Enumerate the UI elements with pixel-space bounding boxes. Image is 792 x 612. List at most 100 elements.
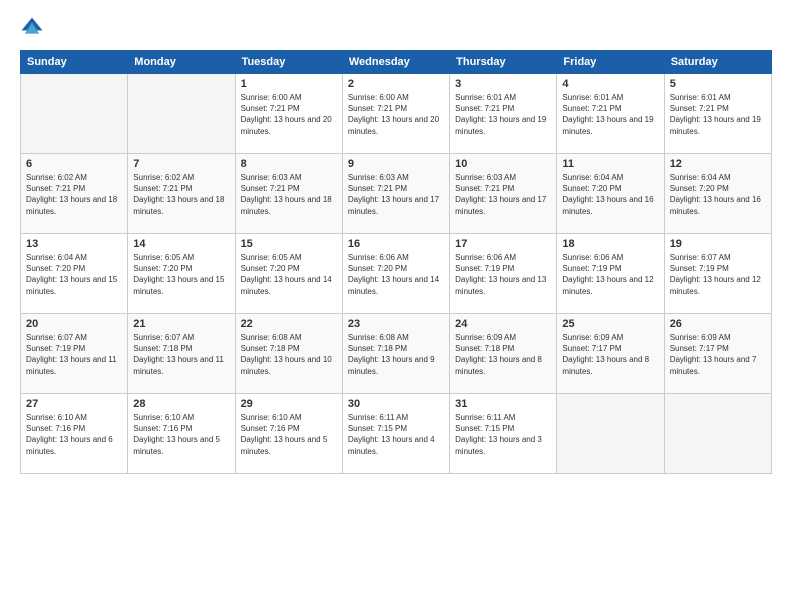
- day-info: Sunrise: 6:02 AM Sunset: 7:21 PM Dayligh…: [26, 172, 122, 217]
- day-info: Sunrise: 6:03 AM Sunset: 7:21 PM Dayligh…: [348, 172, 444, 217]
- calendar-cell: 27 Sunrise: 6:10 AM Sunset: 7:16 PM Dayli…: [21, 394, 128, 474]
- calendar-cell: 25 Sunrise: 6:09 AM Sunset: 7:17 PM Dayli…: [557, 314, 664, 394]
- day-info: Sunrise: 6:10 AM Sunset: 7:16 PM Dayligh…: [133, 412, 229, 457]
- calendar-week-1: 1 Sunrise: 6:00 AM Sunset: 7:21 PM Daylig…: [21, 74, 772, 154]
- day-info: Sunrise: 6:02 AM Sunset: 7:21 PM Dayligh…: [133, 172, 229, 217]
- calendar-cell: [128, 74, 235, 154]
- day-info: Sunrise: 6:11 AM Sunset: 7:15 PM Dayligh…: [455, 412, 551, 457]
- day-number: 28: [133, 398, 229, 410]
- day-info: Sunrise: 6:03 AM Sunset: 7:21 PM Dayligh…: [455, 172, 551, 217]
- day-info: Sunrise: 6:08 AM Sunset: 7:18 PM Dayligh…: [348, 332, 444, 377]
- day-number: 1: [241, 78, 337, 90]
- day-number: 10: [455, 158, 551, 170]
- calendar-week-2: 6 Sunrise: 6:02 AM Sunset: 7:21 PM Daylig…: [21, 154, 772, 234]
- day-header-sunday: Sunday: [21, 51, 128, 74]
- calendar-cell: 22 Sunrise: 6:08 AM Sunset: 7:18 PM Dayli…: [235, 314, 342, 394]
- day-number: 14: [133, 238, 229, 250]
- day-info: Sunrise: 6:01 AM Sunset: 7:21 PM Dayligh…: [455, 92, 551, 137]
- day-number: 29: [241, 398, 337, 410]
- day-number: 26: [670, 318, 766, 330]
- day-info: Sunrise: 6:05 AM Sunset: 7:20 PM Dayligh…: [133, 252, 229, 297]
- day-header-wednesday: Wednesday: [342, 51, 449, 74]
- day-info: Sunrise: 6:04 AM Sunset: 7:20 PM Dayligh…: [562, 172, 658, 217]
- logo: [20, 16, 48, 40]
- day-number: 20: [26, 318, 122, 330]
- day-info: Sunrise: 6:00 AM Sunset: 7:21 PM Dayligh…: [241, 92, 337, 137]
- calendar-cell: 4 Sunrise: 6:01 AM Sunset: 7:21 PM Daylig…: [557, 74, 664, 154]
- day-header-monday: Monday: [128, 51, 235, 74]
- day-info: Sunrise: 6:09 AM Sunset: 7:18 PM Dayligh…: [455, 332, 551, 377]
- day-number: 19: [670, 238, 766, 250]
- day-info: Sunrise: 6:06 AM Sunset: 7:19 PM Dayligh…: [455, 252, 551, 297]
- calendar-cell: 30Sunrise: 6:11 AM Sunset: 7:15 PM Dayli…: [342, 394, 449, 474]
- day-info: Sunrise: 6:10 AM Sunset: 7:16 PM Dayligh…: [26, 412, 122, 457]
- day-info: Sunrise: 6:10 AM Sunset: 7:16 PM Dayligh…: [241, 412, 337, 457]
- logo-icon: [20, 16, 44, 40]
- day-info: Sunrise: 6:04 AM Sunset: 7:20 PM Dayligh…: [26, 252, 122, 297]
- day-number: 24: [455, 318, 551, 330]
- calendar-cell: 15Sunrise: 6:05 AM Sunset: 7:20 PM Dayli…: [235, 234, 342, 314]
- calendar-cell: 5Sunrise: 6:01 AM Sunset: 7:21 PM Daylig…: [664, 74, 771, 154]
- day-number: 22: [241, 318, 337, 330]
- calendar-cell: [557, 394, 664, 474]
- day-number: 9: [348, 158, 444, 170]
- calendar-cell: 1 Sunrise: 6:00 AM Sunset: 7:21 PM Daylig…: [235, 74, 342, 154]
- calendar-cell: 26 Sunrise: 6:09 AM Sunset: 7:17 PM Dayli…: [664, 314, 771, 394]
- day-number: 16: [348, 238, 444, 250]
- day-header-friday: Friday: [557, 51, 664, 74]
- day-number: 30: [348, 398, 444, 410]
- calendar-cell: 31Sunrise: 6:11 AM Sunset: 7:15 PM Dayli…: [450, 394, 557, 474]
- calendar-cell: 2 Sunrise: 6:00 AM Sunset: 7:21 PM Daylig…: [342, 74, 449, 154]
- calendar-week-5: 27 Sunrise: 6:10 AM Sunset: 7:16 PM Dayli…: [21, 394, 772, 474]
- day-number: 5: [670, 78, 766, 90]
- calendar-week-3: 13Sunrise: 6:04 AM Sunset: 7:20 PM Dayli…: [21, 234, 772, 314]
- day-info: Sunrise: 6:04 AM Sunset: 7:20 PM Dayligh…: [670, 172, 766, 217]
- day-header-tuesday: Tuesday: [235, 51, 342, 74]
- day-info: Sunrise: 6:03 AM Sunset: 7:21 PM Dayligh…: [241, 172, 337, 217]
- calendar-cell: 8Sunrise: 6:03 AM Sunset: 7:21 PM Daylig…: [235, 154, 342, 234]
- day-number: 18: [562, 238, 658, 250]
- calendar-cell: [21, 74, 128, 154]
- day-number: 11: [562, 158, 658, 170]
- calendar-cell: 9 Sunrise: 6:03 AM Sunset: 7:21 PM Daylig…: [342, 154, 449, 234]
- calendar-cell: 7 Sunrise: 6:02 AM Sunset: 7:21 PM Daylig…: [128, 154, 235, 234]
- day-number: 17: [455, 238, 551, 250]
- calendar-week-4: 20 Sunrise: 6:07 AM Sunset: 7:19 PM Dayli…: [21, 314, 772, 394]
- day-info: Sunrise: 6:07 AM Sunset: 7:18 PM Dayligh…: [133, 332, 229, 377]
- calendar-cell: 6 Sunrise: 6:02 AM Sunset: 7:21 PM Daylig…: [21, 154, 128, 234]
- calendar-cell: 10 Sunrise: 6:03 AM Sunset: 7:21 PM Dayli…: [450, 154, 557, 234]
- day-info: Sunrise: 6:09 AM Sunset: 7:17 PM Dayligh…: [670, 332, 766, 377]
- day-number: 25: [562, 318, 658, 330]
- day-info: Sunrise: 6:07 AM Sunset: 7:19 PM Dayligh…: [26, 332, 122, 377]
- day-info: Sunrise: 6:01 AM Sunset: 7:21 PM Dayligh…: [562, 92, 658, 137]
- day-number: 4: [562, 78, 658, 90]
- day-number: 21: [133, 318, 229, 330]
- calendar-cell: 24 Sunrise: 6:09 AM Sunset: 7:18 PM Dayli…: [450, 314, 557, 394]
- day-info: Sunrise: 6:08 AM Sunset: 7:18 PM Dayligh…: [241, 332, 337, 377]
- day-info: Sunrise: 6:09 AM Sunset: 7:17 PM Dayligh…: [562, 332, 658, 377]
- day-number: 12: [670, 158, 766, 170]
- day-number: 3: [455, 78, 551, 90]
- calendar-cell: 19 Sunrise: 6:07 AM Sunset: 7:19 PM Dayli…: [664, 234, 771, 314]
- day-number: 2: [348, 78, 444, 90]
- calendar-cell: 21 Sunrise: 6:07 AM Sunset: 7:18 PM Dayli…: [128, 314, 235, 394]
- calendar-cell: 14 Sunrise: 6:05 AM Sunset: 7:20 PM Dayli…: [128, 234, 235, 314]
- day-number: 7: [133, 158, 229, 170]
- calendar-cell: 16 Sunrise: 6:06 AM Sunset: 7:20 PM Dayli…: [342, 234, 449, 314]
- header-row: SundayMondayTuesdayWednesdayThursdayFrid…: [21, 51, 772, 74]
- calendar-cell: 3 Sunrise: 6:01 AM Sunset: 7:21 PM Daylig…: [450, 74, 557, 154]
- day-info: Sunrise: 6:06 AM Sunset: 7:20 PM Dayligh…: [348, 252, 444, 297]
- calendar-cell: 20 Sunrise: 6:07 AM Sunset: 7:19 PM Dayli…: [21, 314, 128, 394]
- day-info: Sunrise: 6:07 AM Sunset: 7:19 PM Dayligh…: [670, 252, 766, 297]
- day-info: Sunrise: 6:00 AM Sunset: 7:21 PM Dayligh…: [348, 92, 444, 137]
- calendar-cell: 28 Sunrise: 6:10 AM Sunset: 7:16 PM Dayli…: [128, 394, 235, 474]
- calendar-cell: 17 Sunrise: 6:06 AM Sunset: 7:19 PM Dayli…: [450, 234, 557, 314]
- day-number: 27: [26, 398, 122, 410]
- day-number: 23: [348, 318, 444, 330]
- calendar-cell: 13Sunrise: 6:04 AM Sunset: 7:20 PM Dayli…: [21, 234, 128, 314]
- day-header-thursday: Thursday: [450, 51, 557, 74]
- calendar-cell: 18Sunrise: 6:06 AM Sunset: 7:19 PM Dayli…: [557, 234, 664, 314]
- day-info: Sunrise: 6:05 AM Sunset: 7:20 PM Dayligh…: [241, 252, 337, 297]
- calendar-table: SundayMondayTuesdayWednesdayThursdayFrid…: [20, 50, 772, 474]
- day-number: 6: [26, 158, 122, 170]
